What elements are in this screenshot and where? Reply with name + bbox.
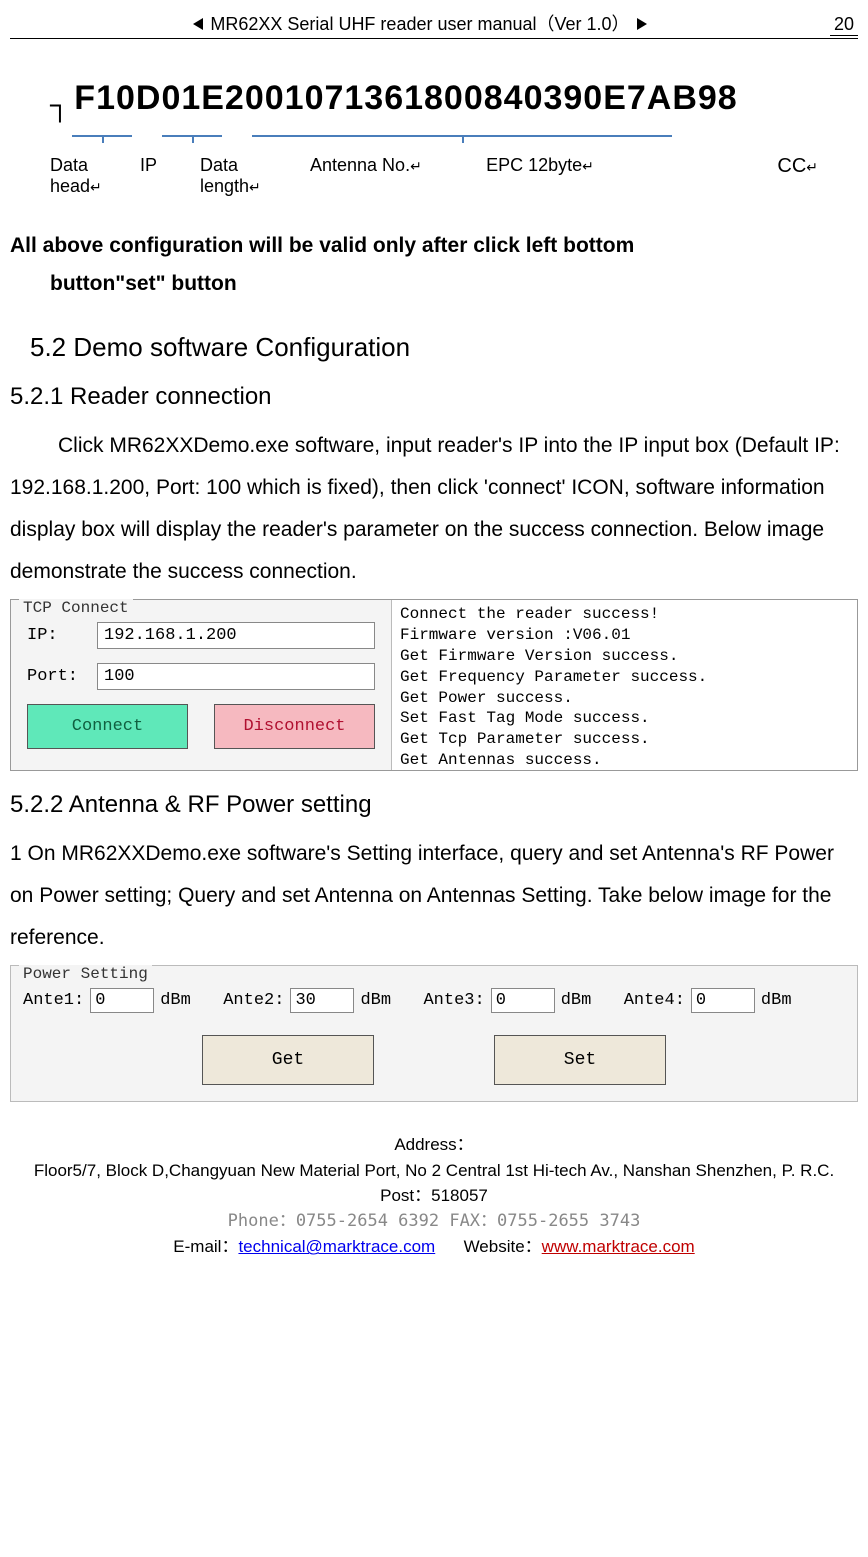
footer-address-label: Address： (10, 1132, 858, 1158)
log-line: Get Tcp Parameter success. (400, 729, 849, 750)
footer-website-link[interactable]: www.marktrace.com (542, 1237, 695, 1256)
brace-icon (162, 125, 222, 137)
ante1-input[interactable]: 0 (90, 988, 154, 1013)
label-cc: CC (777, 155, 806, 177)
section-5-2-heading: 5.2 Demo software Configuration (30, 332, 858, 363)
power-group-label: Power Setting (19, 965, 152, 983)
ante1-label: Ante1: (23, 991, 84, 1010)
brace-icon (72, 125, 132, 137)
note-line1: All above configuration will be valid on… (10, 234, 634, 257)
section-5-2-1-heading: 5.2.1 Reader connection (10, 383, 858, 411)
label-antenna-no: Antenna No. (310, 155, 410, 175)
set-button[interactable]: Set (494, 1035, 666, 1085)
ip-input[interactable]: 192.168.1.200 (97, 622, 375, 649)
paragraph-mark-icon: ┐ (50, 89, 70, 120)
configuration-note: All above configuration will be valid on… (10, 227, 858, 303)
get-button[interactable]: Get (202, 1035, 374, 1085)
footer-email-link[interactable]: technical@marktrace.com (238, 1237, 435, 1256)
brace-icon (252, 125, 672, 137)
unit-label: dBm (360, 991, 391, 1010)
page-footer: Address： Floor5/7, Block D,Changyuan New… (10, 1132, 858, 1260)
log-line: Get Frequency Parameter success. (400, 667, 849, 688)
section-5-2-1-body: Click MR62XXDemo.exe software, input rea… (10, 425, 858, 593)
footer-email-label: E-mail： (173, 1237, 238, 1256)
ante2-input[interactable]: 30 (290, 988, 354, 1013)
port-input[interactable]: 100 (97, 663, 375, 690)
triangle-left-icon (193, 18, 203, 30)
log-line: Get Firmware Version success. (400, 646, 849, 667)
unit-label: dBm (160, 991, 191, 1010)
tcp-connect-figure: TCP Connect IP: 192.168.1.200 Port: 100 … (10, 599, 858, 771)
label-epc: EPC 12byte (486, 155, 582, 175)
note-line2: button"set" button (50, 265, 858, 303)
tcp-log-output: Connect the reader success! Firmware ver… (392, 600, 857, 770)
log-line: Connect the reader success! (400, 604, 849, 625)
log-line: Get Power success. (400, 688, 849, 709)
page-number: 20 (830, 14, 858, 36)
section-5-2-2-heading: 5.2.2 Antenna & RF Power setting (10, 791, 858, 819)
ante3-label: Ante3: (423, 991, 484, 1010)
ante4-label: Ante4: (624, 991, 685, 1010)
unit-label: dBm (761, 991, 792, 1010)
epc-structure-figure: ┐ F10D01E2001071361800840390E7AB98 Data … (10, 79, 858, 197)
unit-label: dBm (561, 991, 592, 1010)
port-label: Port: (27, 667, 97, 686)
log-line: Get Antennas success. (400, 750, 849, 770)
label-data-length: Data length (200, 155, 249, 196)
ante4-input[interactable]: 0 (691, 988, 755, 1013)
connect-button[interactable]: Connect (27, 704, 188, 749)
header-title-text: MR62XX Serial UHF reader user manual（Ver… (210, 14, 629, 34)
section-5-2-2-body: 1 On MR62XXDemo.exe software's Setting i… (10, 833, 858, 959)
enter-icon: ↵ (582, 158, 594, 174)
ante2-label: Ante2: (223, 991, 284, 1010)
footer-address: Floor5/7, Block D,Changyuan New Material… (10, 1158, 858, 1209)
disconnect-button[interactable]: Disconnect (214, 704, 375, 749)
log-line: Set Fast Tag Mode success. (400, 708, 849, 729)
tcp-group-label: TCP Connect (19, 599, 133, 617)
ip-label: IP: (27, 626, 97, 645)
label-ip: IP (140, 155, 157, 175)
footer-phone-fax: Phone：0755-2654 6392 FAX：0755-2655 3743 (10, 1209, 858, 1235)
power-setting-figure: Power Setting Ante1: 0 dBm Ante2: 30 dBm… (10, 965, 858, 1102)
section-5-2-1-text: Click MR62XXDemo.exe software, input rea… (10, 425, 858, 593)
enter-icon: ↵ (90, 179, 102, 195)
label-data-head: Data head (50, 155, 90, 196)
triangle-right-icon (637, 18, 647, 30)
log-line: Firmware version :V06.01 (400, 625, 849, 646)
enter-icon: ↵ (410, 158, 422, 174)
enter-icon: ↵ (249, 179, 261, 195)
epc-code-value: F10D01E2001071361800840390E7AB98 (74, 79, 737, 117)
ante3-input[interactable]: 0 (491, 988, 555, 1013)
enter-icon: ↵ (806, 159, 818, 175)
header-title: MR62XX Serial UHF reader user manual（Ver… (10, 10, 830, 36)
footer-website-label: Website： (464, 1237, 542, 1256)
